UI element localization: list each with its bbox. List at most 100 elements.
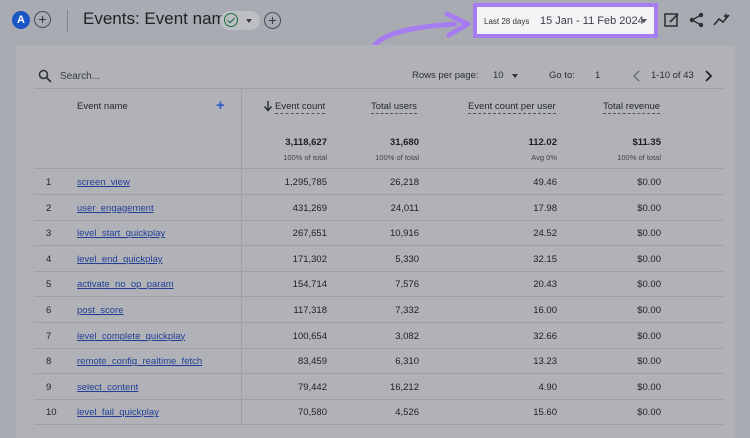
total-users-cell: 16,212 (389, 381, 419, 393)
revenue-cell: $0.00 (637, 381, 661, 393)
event-name-link[interactable]: select_content (77, 382, 138, 393)
rows-per-page-select[interactable]: 10 (493, 70, 504, 81)
table-row: 5 activate_no_op_param 154,714 7,576 20.43 $0… (34, 271, 724, 298)
event-name-link[interactable]: level_complete_quickplay (77, 331, 185, 342)
table-row: 1 screen_view 1,295,785 26,218 49.46 $0.00 (34, 169, 724, 195)
event-name-link[interactable]: level_start_quickplay (77, 228, 165, 239)
table-row: 3 level_start_quickplay 267,651 10,916 24.52… (34, 220, 724, 247)
go-to-input[interactable]: 1 (595, 70, 600, 81)
event-name-link[interactable]: screen_view (77, 177, 130, 188)
row-index: 5 (46, 279, 52, 291)
total-users-cell: 7,332 (395, 305, 419, 316)
event-count-cell: 267,651 (292, 228, 327, 240)
row-index: 10 (46, 407, 57, 419)
event-name-link[interactable]: activate_no_op_param (77, 279, 174, 290)
avatar[interactable]: A (12, 11, 30, 29)
per-user-cell: 17.98 (533, 202, 557, 214)
row-index: 7 (46, 330, 52, 342)
add-dimension-icon[interactable]: + (216, 97, 225, 114)
per-user-cell: 13.23 (533, 356, 557, 368)
table-header: Event name + Event count Total users Eve… (34, 89, 724, 169)
table-row: 7 level_complete_quickplay 100,654 3,082 32.… (34, 323, 724, 349)
table-row: 2 user_engagement 431,269 24,011 17.98 $0.00 (34, 195, 724, 221)
per-user-cell: 4.90 (538, 381, 558, 393)
header: A + Events: Event name + Last 28 days 15… (0, 0, 750, 61)
row-index: 4 (46, 253, 52, 265)
table-row: 4 level_end_quickplay 171,302 5,330 32.15 $0.… (34, 246, 724, 272)
share-icon[interactable] (688, 11, 706, 29)
row-index: 1 (46, 177, 52, 188)
go-to-label: Go to: (549, 70, 575, 81)
rows-per-page-label: Rows per page: (412, 70, 479, 81)
revenue-cell: $0.00 (637, 279, 661, 291)
page-title: Events: Event name (83, 9, 236, 28)
column-header-total-revenue[interactable]: Total revenue (603, 101, 661, 114)
total-users-cell: 7,576 (395, 279, 419, 291)
date-range-picker[interactable]: Last 28 days 15 Jan - 11 Feb 2024 (473, 3, 658, 38)
column-header-event-name[interactable]: Event name (77, 101, 128, 112)
event-count-cell: 171,302 (292, 253, 327, 265)
total-users-cell: 3,082 (395, 330, 419, 342)
insights-icon[interactable] (713, 11, 731, 29)
search-input[interactable] (60, 69, 180, 83)
check-circle-icon (224, 13, 238, 27)
event-name-link[interactable]: user_engagement (77, 203, 154, 214)
sort-down-icon[interactable] (263, 100, 273, 112)
table-row: 9 select_content 79,442 16,212 4.90 $0.00 (34, 374, 724, 400)
per-user-cell: 24.52 (533, 228, 557, 240)
chevron-right-icon[interactable] (702, 69, 714, 83)
total-users-cell: 4,526 (395, 407, 419, 419)
event-count-cell: 431,269 (292, 202, 327, 214)
total-users-cell: 24,011 (390, 202, 419, 214)
rows-caret-icon[interactable] (512, 74, 518, 78)
row-index: 8 (46, 356, 52, 368)
pagination-label: 1-10 of 43 (651, 70, 694, 81)
per-user-cell: 20.43 (533, 279, 557, 291)
revenue-cell: $0.00 (637, 356, 661, 368)
total-users-cell: 10,916 (389, 228, 419, 240)
chevron-left-icon[interactable] (631, 69, 643, 83)
revenue-cell: $0.00 (637, 305, 661, 316)
date-dropdown-icon (641, 19, 647, 23)
revenue-cell: $0.00 (637, 330, 661, 342)
column-header-event-count-per-user[interactable]: Event count per user (468, 101, 556, 114)
total-users-cell: 6,310 (395, 356, 419, 368)
status-dropdown[interactable] (220, 11, 260, 30)
row-index: 6 (46, 305, 52, 316)
per-user-cell: 16.00 (533, 305, 557, 316)
total-revenue: $11.35 (632, 137, 661, 148)
event-count-cell: 70,580 (297, 407, 327, 419)
event-name-link[interactable]: level_end_quickplay (77, 254, 163, 265)
column-header-event-count[interactable]: Event count (275, 101, 326, 114)
row-index: 9 (46, 381, 52, 393)
total-per-user: 112.02 (528, 137, 557, 148)
event-name-link[interactable]: post_score (77, 305, 123, 316)
per-user-cell: 49.46 (533, 177, 557, 188)
revenue-cell: $0.00 (637, 407, 661, 419)
revenue-cell: $0.00 (637, 228, 661, 240)
event-count-cell: 100,654 (292, 330, 327, 342)
column-header-total-users[interactable]: Total users (371, 101, 417, 114)
event-name-link[interactable]: remote_config_realtime_fetch (77, 356, 202, 367)
search-icon (38, 69, 52, 83)
revenue-cell: $0.00 (637, 253, 661, 265)
total-event-count-sub: 100% of total (283, 153, 327, 162)
add-comparison-icon[interactable]: + (34, 11, 51, 28)
total-per-user-sub: Avg 0% (531, 153, 557, 162)
total-revenue-sub: 100% of total (617, 153, 661, 162)
event-name-link[interactable]: level_fail_quickplay (77, 407, 159, 418)
total-users: 31,680 (389, 137, 419, 148)
row-index: 3 (46, 228, 52, 240)
per-user-cell: 32.66 (533, 330, 557, 342)
table-row: 10 level_fail_quickplay 70,580 4,526 15.60 $0… (34, 399, 724, 426)
add-filter-icon[interactable]: + (264, 12, 281, 29)
date-range-label: 15 Jan - 11 Feb 2024 (540, 15, 644, 27)
event-count-cell: 83,459 (297, 356, 327, 368)
table-row: 8 remote_config_realtime_fetch 83,459 6,310… (34, 348, 724, 375)
revenue-cell: $0.00 (637, 177, 661, 188)
total-users-cell: 5,330 (395, 253, 419, 265)
total-users-sub: 100% of total (375, 153, 419, 162)
header-divider (67, 10, 68, 32)
total-users-cell: 26,218 (389, 177, 419, 188)
customize-report-icon[interactable] (663, 11, 681, 29)
